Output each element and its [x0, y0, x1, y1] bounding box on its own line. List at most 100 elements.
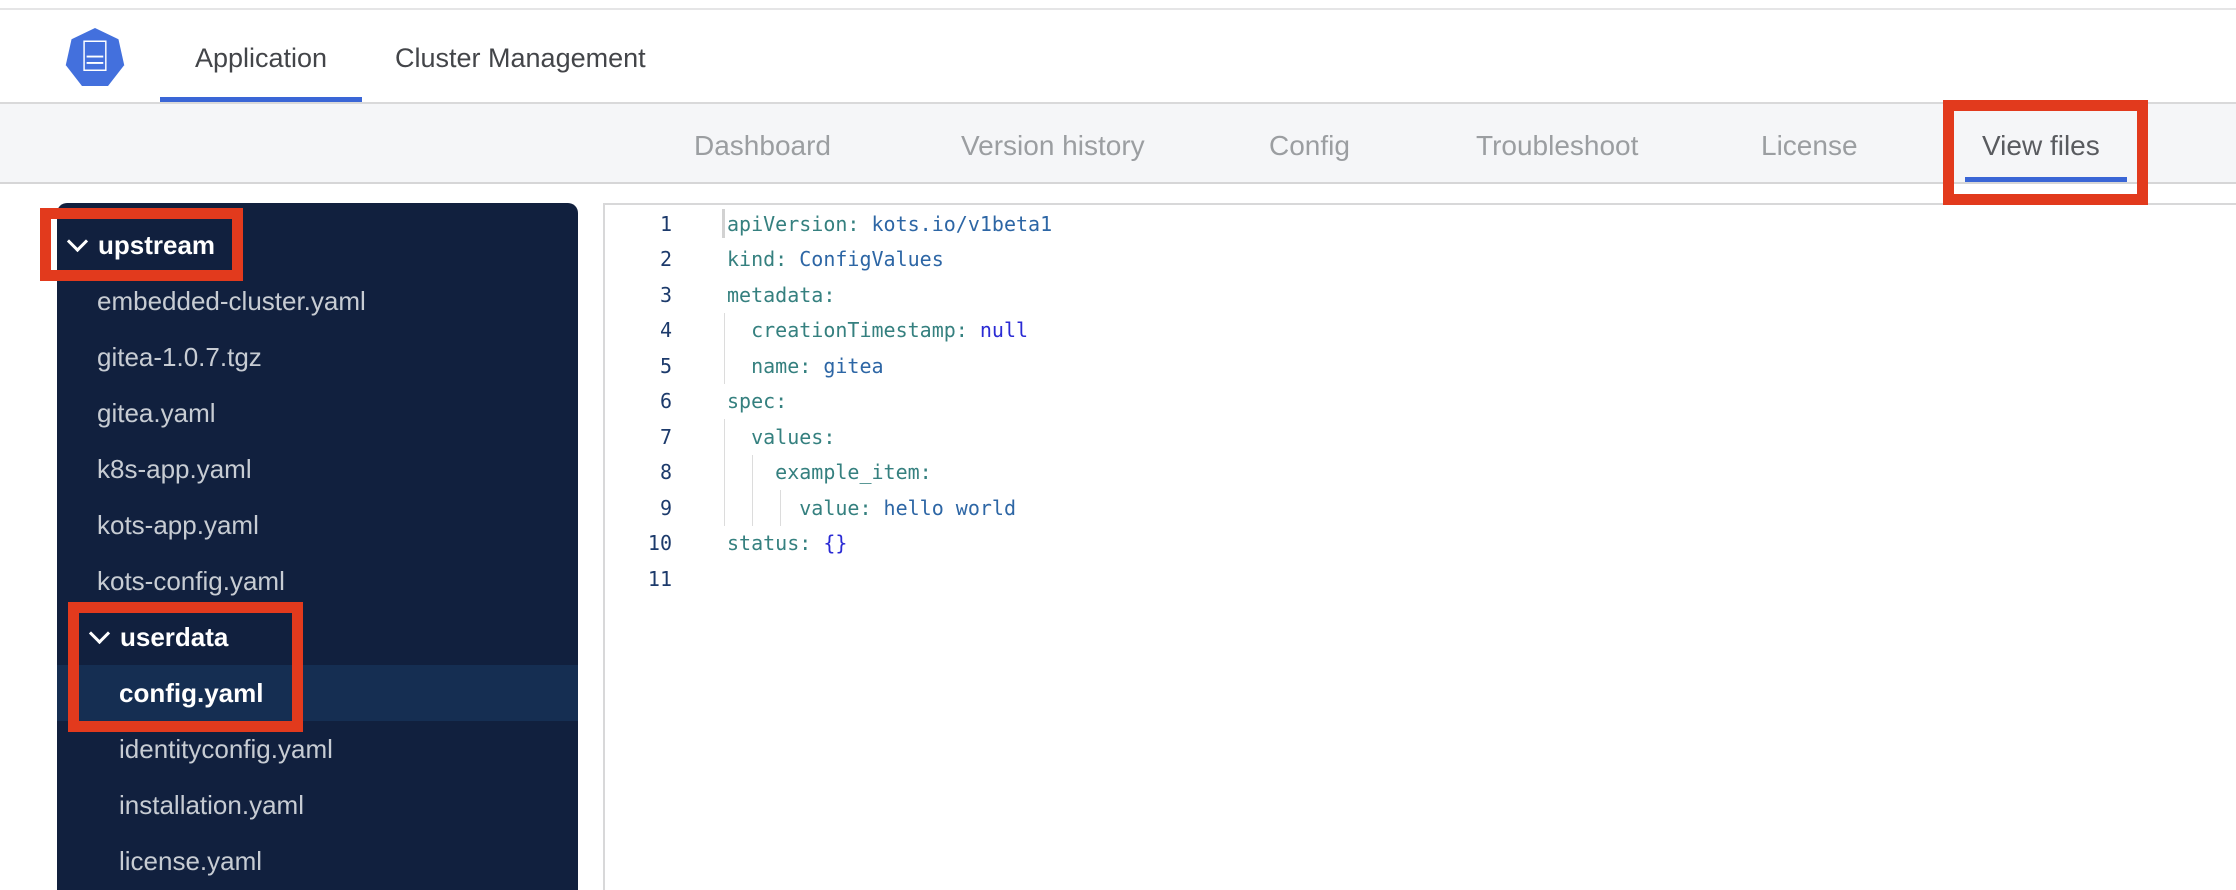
yaml-const: {} — [811, 531, 848, 556]
yaml-value: ConfigValues — [787, 247, 944, 272]
tree-item-label: kots-app.yaml — [97, 509, 259, 540]
code-text: apiVersion: kots.io/v1beta1 — [727, 212, 1052, 236]
tree-item-label: userdata — [120, 621, 229, 652]
line-number: 7 — [659, 424, 672, 449]
tab-license[interactable]: License — [1761, 130, 1858, 162]
code-line-6: 6 spec: — [605, 384, 2236, 420]
code-text: status: {} — [727, 531, 847, 555]
code-text: creationTimestamp: null — [727, 318, 1028, 342]
yaml-key: spec: — [727, 389, 788, 414]
tree-file-config-yaml[interactable]: config.yaml — [57, 665, 578, 721]
code-line-2: 2 kind: ConfigValues — [605, 242, 2236, 278]
tree-item-label: k8s-app.yaml — [97, 453, 252, 484]
line-number: 4 — [659, 318, 672, 343]
code-text: values: — [727, 425, 835, 449]
indent-guide — [724, 419, 725, 455]
chevron-down-icon[interactable] — [66, 230, 89, 252]
line-number: 10 — [647, 531, 672, 556]
indent-guide — [724, 490, 725, 526]
helm-wheel-icon: ⌸ — [81, 31, 109, 82]
tree-folder-upstream[interactable]: upstream — [57, 217, 578, 273]
top-bar: ⌸ Application Cluster Management — [0, 10, 2236, 104]
code-line-4: 4 creationTimestamp: null — [605, 312, 2236, 348]
tab-application[interactable]: Application — [160, 43, 362, 74]
tree-file-kots-config-yaml[interactable]: kots-config.yaml — [57, 553, 578, 609]
indent-guide — [724, 454, 725, 490]
tree-folder-userdata[interactable]: userdata — [57, 609, 578, 665]
file-tree-sidebar: upstream embedded-cluster.yaml gitea-1.0.7… — [57, 203, 578, 890]
tree-file-embedded-cluster-yaml[interactable]: embedded-cluster.yaml — [57, 273, 578, 329]
code-line-8: 8 example_item: — [605, 454, 2236, 490]
tree-file-gitea-yaml[interactable]: gitea.yaml — [57, 385, 578, 441]
yaml-key: status: — [727, 531, 812, 556]
tree-item-label: installation.yaml — [119, 789, 304, 820]
tab-troubleshoot[interactable]: Troubleshoot — [1476, 130, 1638, 162]
code-line-9: 9 value: hello world — [605, 490, 2236, 526]
tab-view-files[interactable]: View files — [1982, 130, 2100, 162]
code-line-7: 7 values: — [605, 419, 2236, 455]
tree-item-label: gitea.yaml — [97, 397, 216, 428]
yaml-key: values: — [727, 424, 836, 449]
yaml-key: value: — [727, 495, 872, 520]
yaml-value: kots.io/v1beta1 — [859, 211, 1053, 236]
code-line-1: 1 apiVersion: kots.io/v1beta1 — [605, 206, 2236, 242]
code-text: metadata: — [727, 283, 835, 307]
code-line-3: 3 metadata: — [605, 277, 2236, 313]
tree-item-label: upstream — [98, 229, 216, 260]
line-number: 6 — [659, 389, 672, 414]
tree-item-label: license.yaml — [119, 845, 263, 876]
tree-item-label: kots-config.yaml — [97, 565, 285, 596]
yaml-key: apiVersion: — [727, 211, 860, 236]
code-text: value: hello world — [727, 496, 1016, 520]
line-number: 8 — [659, 460, 672, 485]
code-line-5: 5 name: gitea — [605, 348, 2236, 384]
tree-file-kots-app-yaml[interactable]: kots-app.yaml — [57, 497, 578, 553]
tree-file-gitea-1-0-7-tgz[interactable]: gitea-1.0.7.tgz — [57, 329, 578, 385]
tree-file-identityconfig-yaml[interactable]: identityconfig.yaml — [57, 721, 578, 777]
indent-guide — [752, 490, 753, 526]
tab-config[interactable]: Config — [1269, 130, 1350, 162]
tree-item-label: embedded-cluster.yaml — [97, 285, 366, 316]
tree-item-label: gitea-1.0.7.tgz — [97, 341, 262, 372]
editor-top-border — [603, 203, 2236, 205]
code-text: name: gitea — [727, 353, 884, 378]
yaml-key: creationTimestamp: — [727, 318, 968, 343]
line-number: 11 — [647, 566, 672, 591]
code-line-10: 10 status: {} — [605, 526, 2236, 562]
indent-guide — [724, 312, 725, 348]
tree-file-k8s-app-yaml[interactable]: k8s-app.yaml — [57, 441, 578, 497]
line-number: 9 — [659, 495, 672, 520]
tab-cluster-management[interactable]: Cluster Management — [395, 43, 646, 74]
kubernetes-logo[interactable]: ⌸ — [65, 28, 125, 86]
code-text: example_item: — [727, 460, 932, 484]
indent-guide — [724, 348, 725, 384]
yaml-const: null — [967, 318, 1029, 343]
yaml-key: example_item: — [727, 460, 932, 485]
tree-file-installation-yaml[interactable]: installation.yaml — [57, 777, 578, 833]
line-number: 1 — [659, 211, 672, 236]
code-text: spec: — [727, 389, 787, 413]
yaml-key: kind: — [727, 247, 788, 272]
yaml-key: metadata: — [727, 282, 836, 307]
code-text: kind: ConfigValues — [727, 247, 944, 271]
active-tab-underline — [160, 97, 362, 102]
yaml-value: hello world — [871, 495, 1016, 520]
yaml-key: name: — [727, 353, 812, 378]
line-number: 5 — [659, 353, 672, 378]
tab-dashboard[interactable]: Dashboard — [694, 130, 831, 162]
line-number: 3 — [659, 282, 672, 307]
kots-admin-console: ⌸ Application Cluster Management Dashboa… — [0, 0, 2236, 890]
tree-item-label: config.yaml — [119, 677, 264, 708]
tab-version-history[interactable]: Version history — [961, 130, 1145, 162]
yaml-file-viewer: 1 apiVersion: kots.io/v1beta1 2 kind: Confi… — [605, 206, 2236, 597]
indent-guide — [752, 454, 753, 490]
app-nav-bar: Dashboard Version history Config Troublesho… — [0, 104, 2236, 184]
active-nav-underline — [1965, 177, 2127, 182]
tree-item-label: identityconfig.yaml — [119, 733, 333, 764]
indent-guide — [780, 490, 781, 526]
yaml-value: gitea — [811, 353, 884, 378]
code-line-11: 11 — [605, 561, 2236, 597]
line-number: 2 — [659, 247, 672, 272]
tree-file-license-yaml[interactable]: license.yaml — [57, 833, 578, 889]
chevron-down-icon[interactable] — [88, 622, 111, 644]
